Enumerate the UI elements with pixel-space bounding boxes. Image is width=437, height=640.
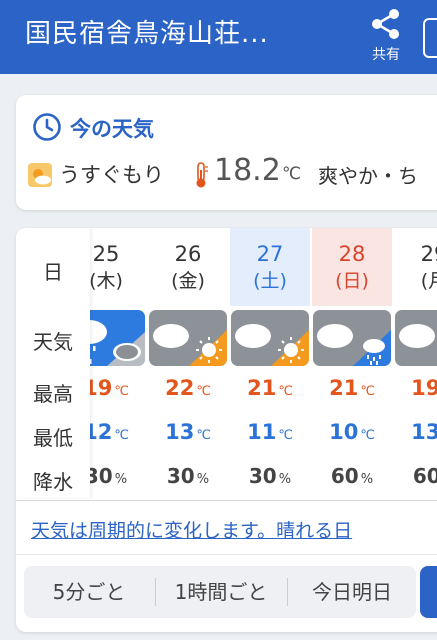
- day-header: 26 (金): [148, 228, 228, 306]
- forecast-commentary-link[interactable]: 天気は周期的に変化します。晴れる日: [31, 516, 352, 543]
- share-label: 共有: [372, 47, 400, 63]
- day-number: 27: [256, 242, 284, 266]
- low-temp: 13℃: [165, 420, 211, 444]
- day-weekday: (月: [420, 270, 437, 292]
- row-label-precip: 降水: [33, 470, 73, 494]
- thermometer-icon: [196, 162, 208, 188]
- low-temp: 11 ℃: [247, 420, 293, 444]
- row-label-high: 最高: [33, 382, 73, 406]
- high-temp: 21 ℃: [329, 376, 375, 400]
- share-icon: [372, 9, 399, 39]
- day-number: 26: [174, 242, 202, 266]
- day-header: 27 (土): [230, 228, 310, 306]
- cloudy-then-sunny-icon: [149, 310, 227, 366]
- precip-chance: 30%: [248, 464, 292, 488]
- menu-button-edge[interactable]: [423, 18, 437, 58]
- app-header: 国民宿舎鳥海山荘... 共有: [0, 0, 437, 74]
- current-weather-row: うすぐもり 18.2 ℃ 爽やか・ち: [28, 153, 437, 195]
- share-button[interactable]: 共有: [362, 4, 410, 64]
- high-temp: 19℃: [411, 376, 437, 400]
- precip-chance: 30%: [166, 464, 210, 488]
- tab-selected-edge[interactable]: [420, 566, 437, 618]
- row-label-weather: 天気: [33, 330, 73, 354]
- cloudy-icon: [395, 310, 437, 366]
- forecast-day-28[interactable]: 28 (日) 21 ℃ 10 ℃ 60%: [312, 228, 392, 498]
- day-header: 29 (月: [394, 228, 437, 306]
- cloudy-then-rain-icon: [313, 310, 391, 366]
- cloudy-then-sunny-icon: [231, 310, 309, 366]
- forecast-row-labels: 日 天気 最高 最低 降水: [16, 228, 90, 498]
- tab-today-tomorrow[interactable]: 今日明日: [288, 566, 416, 618]
- forecast-day-27[interactable]: 27 (土) 21 ℃ 11 ℃ 30%: [230, 228, 310, 498]
- day-weekday: (日): [335, 270, 369, 292]
- forecast-interval-tabs: 5分ごと 1時間ごと 今日明日: [24, 566, 416, 618]
- page-title: 国民宿舎鳥海山荘...: [25, 19, 269, 49]
- current-temperature: 18.2: [214, 153, 281, 188]
- current-description: 爽やか・ち: [318, 164, 418, 188]
- row-label-day: 日: [43, 260, 63, 284]
- day-weekday: (金): [171, 270, 205, 292]
- low-temp: 10 ℃: [329, 420, 375, 444]
- tab-five-minutes[interactable]: 5分ごと: [24, 566, 154, 618]
- divider: [16, 554, 437, 555]
- low-temp: 13℃: [411, 420, 437, 444]
- day-weekday: (土): [253, 270, 287, 292]
- forecast-day-26[interactable]: 26 (金) 22 ℃ 13 ℃ 30%: [148, 228, 228, 498]
- divider: [16, 500, 437, 501]
- row-label-low: 最低: [33, 426, 73, 450]
- clock-icon: [33, 113, 61, 141]
- high-temp: 22 ℃: [165, 376, 211, 400]
- hazy-sun-icon: [28, 163, 52, 187]
- current-weather-card: 今の天気 うすぐもり 18.2 ℃ 爽やか・ち: [16, 95, 437, 210]
- current-temperature-unit: ℃: [282, 164, 302, 184]
- day-header: 28 (日): [312, 228, 392, 306]
- precip-chance: 60%: [330, 464, 374, 488]
- tab-hourly[interactable]: 1時間ごと: [156, 566, 286, 618]
- precip-chance: 60%: [412, 464, 437, 488]
- day-number: 28: [338, 242, 366, 266]
- forecast-day-29[interactable]: 29 (月 19℃ 13℃ 60%: [394, 228, 437, 498]
- weekly-forecast-card: 25 (木) 19 ℃ 12 ℃ 30% 26 (金) 22 ℃ 13 ℃ 30…: [16, 228, 437, 632]
- day-number: 29: [420, 242, 437, 266]
- current-condition: うすぐもり: [59, 163, 164, 187]
- high-temp: 21 ℃: [247, 376, 293, 400]
